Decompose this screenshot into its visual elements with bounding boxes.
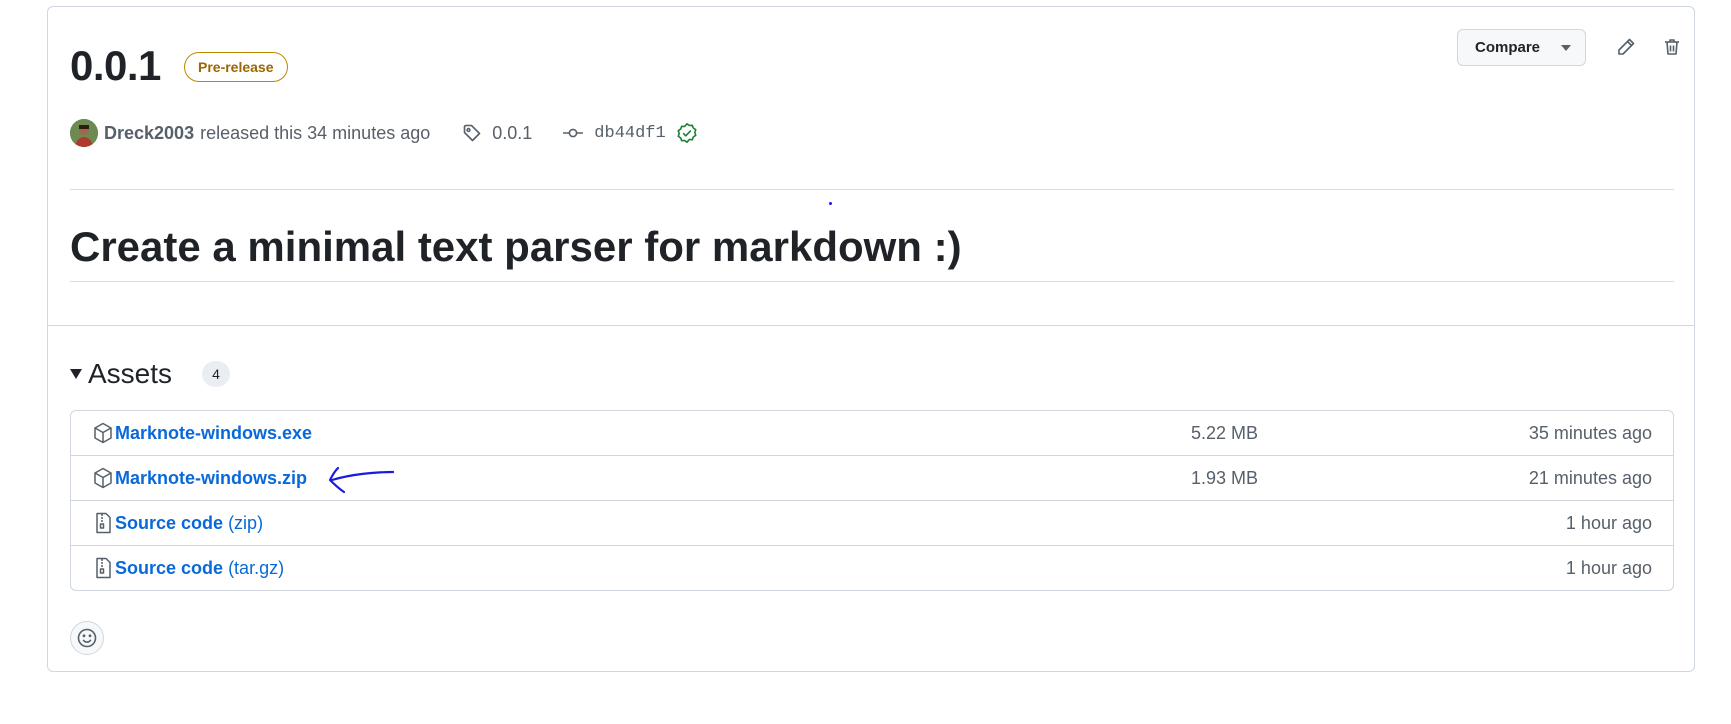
git-commit-icon bbox=[563, 128, 584, 138]
asset-row: Marknote-windows.zip 1.93 MB 21 minutes … bbox=[71, 455, 1673, 500]
tag-icon bbox=[463, 124, 481, 142]
edit-button[interactable] bbox=[1610, 31, 1642, 63]
asset-link[interactable]: Marknote-windows.exe bbox=[115, 423, 312, 444]
asset-format: (tar.gz) bbox=[228, 558, 285, 578]
compare-label: Compare bbox=[1475, 39, 1541, 56]
author-link[interactable]: Dreck2003 bbox=[104, 123, 194, 144]
asset-link[interactable]: Source code (zip) bbox=[115, 513, 263, 534]
commit-sha: db44df1 bbox=[594, 123, 666, 143]
section-divider bbox=[48, 325, 1694, 326]
commit-link[interactable]: db44df1 bbox=[562, 122, 697, 144]
assets-count-badge: 4 bbox=[202, 361, 231, 387]
compare-button[interactable]: Compare bbox=[1457, 29, 1586, 66]
annotation-arrow bbox=[328, 466, 395, 494]
release-title: Create a minimal text parser for markdow… bbox=[70, 223, 962, 270]
avatar[interactable] bbox=[70, 119, 98, 147]
asset-format: (zip) bbox=[228, 513, 264, 533]
annotation-dot bbox=[829, 202, 832, 205]
released-text: released this 34 minutes ago bbox=[200, 122, 431, 143]
asset-link[interactable]: Source code (tar.gz) bbox=[115, 558, 284, 579]
asset-row: Marknote-windows.exe 5.22 MB 35 minutes … bbox=[71, 411, 1673, 455]
asset-size: 5.22 MB bbox=[1191, 423, 1259, 443]
asset-row: Source code (tar.gz) 1 hour ago bbox=[71, 545, 1673, 590]
caret-down-icon bbox=[1561, 45, 1571, 51]
release-version[interactable]: 0.0.1 bbox=[70, 41, 161, 91]
assets-toggle[interactable]: Assets 4 bbox=[70, 358, 231, 390]
asset-time: 1 hour ago bbox=[1565, 513, 1652, 533]
asset-name: Source code bbox=[115, 513, 224, 533]
add-reaction-button[interactable] bbox=[70, 621, 104, 655]
asset-time: 21 minutes ago bbox=[1528, 468, 1652, 488]
verified-icon[interactable] bbox=[676, 122, 698, 144]
file-zip-icon bbox=[96, 557, 111, 579]
tag-label: 0.0.1 bbox=[492, 122, 533, 143]
package-icon bbox=[94, 467, 112, 489]
pencil-icon bbox=[1618, 38, 1635, 55]
assets-heading: Assets bbox=[88, 358, 173, 389]
release-meta: Dreck2003 released this 34 minutes ago 0… bbox=[70, 118, 698, 148]
divider bbox=[70, 189, 1674, 190]
file-zip-icon bbox=[96, 512, 111, 534]
delete-button[interactable] bbox=[1656, 31, 1688, 63]
asset-size: 1.93 MB bbox=[1191, 468, 1259, 488]
asset-row: Source code (zip) 1 hour ago bbox=[71, 500, 1673, 545]
tag-link[interactable]: 0.0.1 bbox=[462, 123, 532, 144]
package-icon bbox=[94, 422, 112, 444]
asset-time: 1 hour ago bbox=[1565, 558, 1652, 578]
smiley-icon bbox=[77, 628, 97, 648]
release-card: 0.0.1 Pre-release Compare Dreck2003 rele… bbox=[47, 6, 1695, 672]
asset-time: 35 minutes ago bbox=[1528, 423, 1652, 443]
pre-release-badge: Pre-release bbox=[184, 52, 288, 82]
triangle-down-icon bbox=[70, 369, 82, 379]
divider bbox=[70, 281, 1674, 282]
trash-icon bbox=[1665, 39, 1679, 55]
asset-link[interactable]: Marknote-windows.zip bbox=[115, 468, 307, 489]
assets-list: Marknote-windows.exe 5.22 MB 35 minutes … bbox=[70, 410, 1674, 591]
asset-name: Source code bbox=[115, 558, 224, 578]
